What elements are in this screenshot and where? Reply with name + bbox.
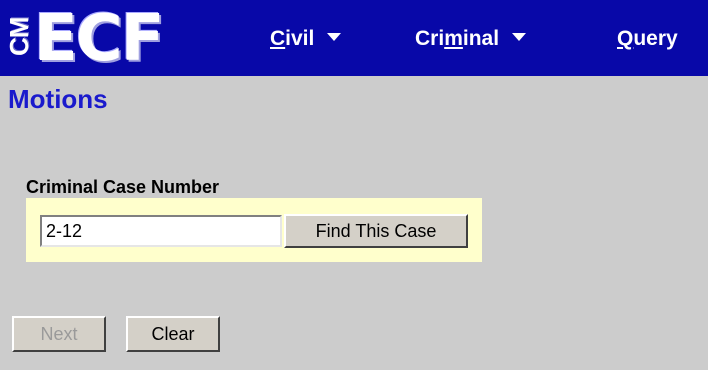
chevron-down-icon <box>512 33 527 42</box>
page-title: Motions <box>8 84 108 114</box>
nav-criminal-label-post: inal <box>462 27 500 50</box>
find-this-case-button[interactable]: Find This Case <box>284 214 468 248</box>
nav-menu-query[interactable]: Query <box>617 24 678 54</box>
logo-cm-text: CM <box>4 17 34 56</box>
next-button[interactable]: Next <box>12 316 106 352</box>
cmecf-logo[interactable]: CM ECF <box>4 4 228 74</box>
case-number-label: Criminal Case Number <box>26 177 220 197</box>
nav-civil-label-post: ivil <box>285 27 315 50</box>
nav-query-label-post: uery <box>633 27 678 50</box>
logo-ecf-text: ECF <box>34 2 164 76</box>
clear-button[interactable]: Clear <box>126 316 220 352</box>
nav-menu-criminal[interactable]: Criminal <box>415 24 527 54</box>
chevron-down-icon <box>327 33 342 42</box>
page: CM ECF Civil Criminal Query Motions Crim… <box>0 0 718 370</box>
nav-menu-civil[interactable]: Civil <box>270 24 342 54</box>
nav-query-accesskey: Q <box>617 27 634 50</box>
nav-civil-accesskey: C <box>270 27 286 50</box>
nav-criminal-accesskey: m <box>444 27 463 50</box>
case-number-input[interactable] <box>40 215 282 247</box>
nav-criminal-label-pre: Cri <box>415 27 445 50</box>
top-navigation-bar: CM ECF Civil Criminal Query <box>0 0 708 76</box>
